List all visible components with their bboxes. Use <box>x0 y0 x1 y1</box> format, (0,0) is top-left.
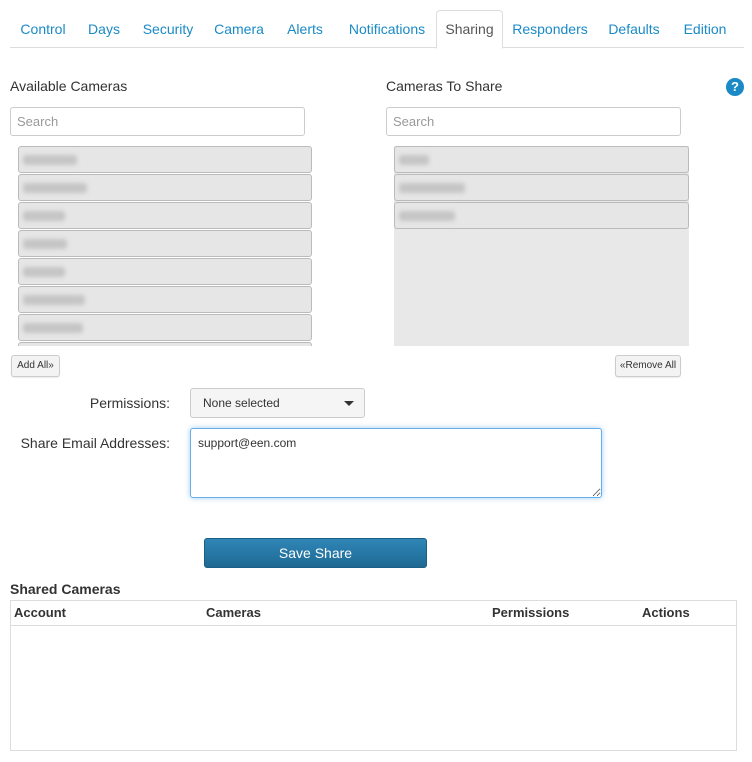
share-search-input[interactable] <box>386 107 681 136</box>
tab-camera[interactable]: Camera <box>206 10 272 48</box>
list-item[interactable] <box>394 202 689 229</box>
column-permissions: Permissions <box>492 605 570 620</box>
table-header: Account Cameras Permissions Actions <box>11 601 736 626</box>
list-item[interactable] <box>18 146 312 173</box>
remove-all-button[interactable]: «Remove All <box>615 355 681 377</box>
cameras-to-share-title: Cameras To Share <box>386 78 503 94</box>
list-item[interactable] <box>18 174 312 201</box>
permissions-selected-value: None selected <box>203 396 280 410</box>
tab-control[interactable]: Control <box>10 10 76 48</box>
tab-days[interactable]: Days <box>78 10 130 48</box>
tab-defaults[interactable]: Defaults <box>601 10 667 48</box>
column-account: Account <box>14 605 66 620</box>
share-email-textarea[interactable]: support@een.com <box>190 428 602 498</box>
share-email-label: Share Email Addresses: <box>20 435 170 451</box>
tab-edition[interactable]: Edition <box>675 10 735 48</box>
available-cameras-list[interactable] <box>18 146 312 346</box>
list-item[interactable] <box>18 202 312 229</box>
shared-cameras-table: Account Cameras Permissions Actions <box>10 600 737 751</box>
column-cameras: Cameras <box>206 605 261 620</box>
tab-alerts[interactable]: Alerts <box>276 10 334 48</box>
tab-security[interactable]: Security <box>134 10 202 48</box>
caret-down-icon <box>344 401 354 406</box>
tab-responders[interactable]: Responders <box>507 10 593 48</box>
list-item[interactable] <box>18 230 312 257</box>
list-item[interactable] <box>18 342 312 346</box>
available-search-input[interactable] <box>10 107 305 136</box>
list-item[interactable] <box>18 314 312 341</box>
list-item[interactable] <box>18 258 312 285</box>
list-item[interactable] <box>394 146 689 173</box>
cameras-to-share-list[interactable] <box>394 146 689 346</box>
list-item[interactable] <box>394 174 689 201</box>
available-cameras-title: Available Cameras <box>10 78 128 94</box>
tab-notifications[interactable]: Notifications <box>338 10 436 48</box>
add-all-button[interactable]: Add All» <box>11 355 60 377</box>
column-actions: Actions <box>642 605 690 620</box>
permissions-select[interactable]: None selected <box>190 388 365 418</box>
save-share-button[interactable]: Save Share <box>204 538 427 568</box>
tab-sharing[interactable]: Sharing <box>436 10 503 49</box>
shared-cameras-title: Shared Cameras <box>10 581 121 597</box>
permissions-label: Permissions: <box>89 395 170 411</box>
settings-tabs: Control Days Security Camera Alerts Noti… <box>10 10 744 49</box>
question-circle-icon[interactable]: ? <box>726 78 744 96</box>
list-item[interactable] <box>18 286 312 313</box>
